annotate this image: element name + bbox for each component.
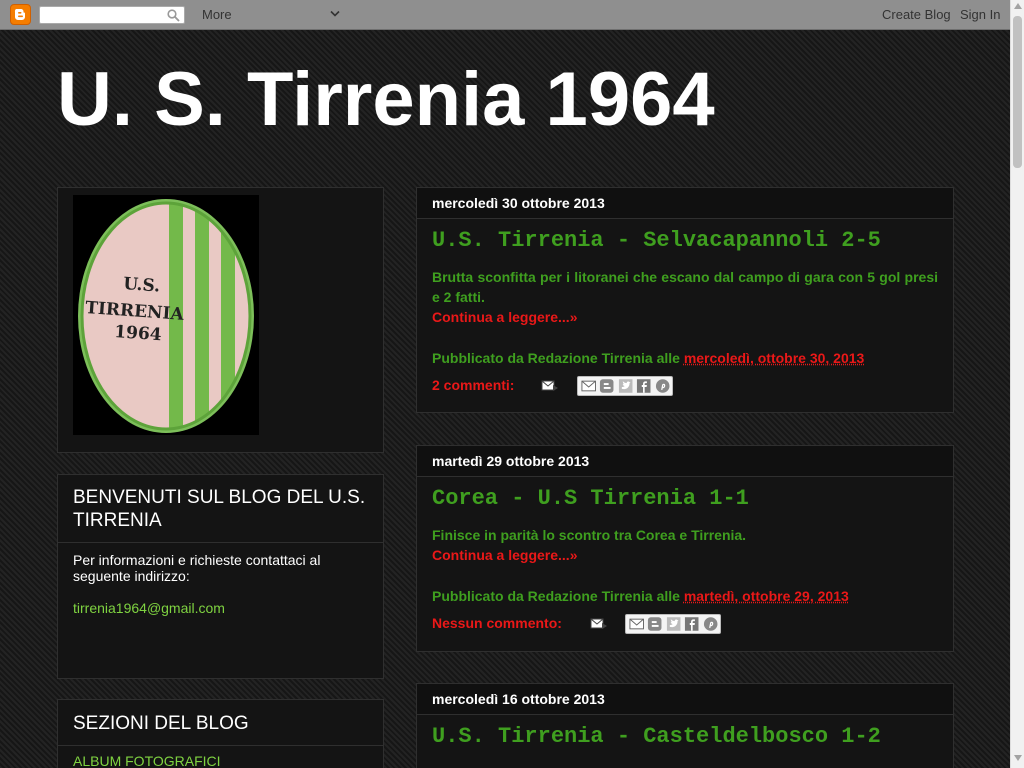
post-footer: Pubblicato da Redazione Tirrenia alle me…	[432, 350, 864, 366]
facebook-icon[interactable]	[683, 616, 700, 632]
welcome-text: Per informazioni e richieste contattaci …	[73, 552, 373, 584]
blog-post: mercoledì 30 ottobre 2013 U.S. Tirrenia …	[416, 187, 954, 413]
welcome-widget-title: BENVENUTI SUL BLOG DEL U.S. TIRRENIA	[73, 486, 373, 532]
sidebar-item-album-fotografici[interactable]: ALBUM FOTOGRAFICI	[73, 753, 221, 768]
post-footer: Pubblicato da Redazione Tirrenia alle ma…	[432, 588, 849, 604]
share-buttons	[577, 376, 673, 396]
contact-email-link[interactable]: tirrenia1964@gmail.com	[73, 600, 225, 616]
blog-post: mercoledì 16 ottobre 2013 U.S. Tirrenia …	[416, 683, 954, 768]
posted-by-text: Pubblicato da Redazione Tirrenia alle	[432, 350, 684, 366]
post-body: Finisce in parità lo scontro tra Corea e…	[432, 525, 938, 565]
blogthis-icon[interactable]	[598, 378, 615, 394]
more-dropdown[interactable]: More	[202, 7, 342, 22]
sign-in-link[interactable]: Sign In	[960, 7, 1000, 22]
share-email-icon[interactable]	[580, 378, 597, 394]
widget-divider	[58, 745, 383, 746]
scrollbar-thumb[interactable]	[1013, 16, 1022, 168]
comments-link[interactable]: 2 commenti:	[432, 377, 514, 393]
post-title-link[interactable]: U.S. Tirrenia - Selvacapannoli 2-5	[432, 228, 881, 253]
post-timestamp-link[interactable]: mercoledì, ottobre 30, 2013	[684, 350, 865, 366]
widget-divider	[58, 542, 383, 543]
post-date-header: martedì 29 ottobre 2013	[417, 446, 953, 477]
page-scrollbar[interactable]	[1010, 0, 1024, 768]
post-body: Brutta sconfitta per i litoranei che esc…	[432, 267, 938, 327]
badge-text-1964: 1964	[114, 322, 163, 345]
search-icon[interactable]	[167, 9, 180, 22]
post-body-text: Brutta sconfitta per i litoranei che esc…	[432, 269, 938, 305]
badge-text-us: U.S.	[123, 274, 161, 297]
facebook-icon[interactable]	[635, 378, 652, 394]
pinterest-icon[interactable]	[654, 378, 671, 394]
email-post-icon[interactable]	[541, 379, 559, 393]
email-post-icon[interactable]	[590, 617, 608, 631]
blogger-logo-icon[interactable]	[10, 4, 31, 25]
sidebar-logo-widget: U.S. TIRRENIA 1964	[57, 187, 384, 453]
sidebar-welcome-widget: BENVENUTI SUL BLOG DEL U.S. TIRRENIA Per…	[57, 474, 384, 679]
scroll-up-arrow-icon[interactable]	[1014, 3, 1022, 9]
blog-post: martedì 29 ottobre 2013 Corea - U.S Tirr…	[416, 445, 954, 652]
chevron-down-icon	[330, 10, 340, 18]
club-badge-image: U.S. TIRRENIA 1964	[73, 195, 259, 435]
comments-link[interactable]: Nessun commento:	[432, 615, 562, 631]
sections-widget-title: SEZIONI DEL BLOG	[73, 712, 373, 735]
share-buttons	[625, 614, 721, 634]
blogger-navbar: More Create Blog Sign In	[0, 0, 1010, 30]
post-date-header: mercoledì 16 ottobre 2013	[417, 684, 953, 715]
post-date-header: mercoledì 30 ottobre 2013	[417, 188, 953, 219]
posted-by-text: Pubblicato da Redazione Tirrenia alle	[432, 588, 684, 604]
scroll-down-arrow-icon[interactable]	[1014, 755, 1022, 761]
twitter-icon[interactable]	[665, 616, 682, 632]
more-label: More	[202, 7, 232, 22]
post-body-text: Finisce in parità lo scontro tra Corea e…	[432, 527, 746, 543]
create-blog-link[interactable]: Create Blog	[882, 7, 951, 22]
post-title-link[interactable]: U.S. Tirrenia - Casteldelbosco 1-2	[432, 724, 881, 749]
post-title-link[interactable]: Corea - U.S Tirrenia 1-1	[432, 486, 749, 511]
sidebar-sections-widget: SEZIONI DEL BLOG ALBUM FOTOGRAFICI	[57, 699, 384, 768]
post-timestamp-link[interactable]: martedì, ottobre 29, 2013	[684, 588, 849, 604]
blog-title[interactable]: U. S. Tirrenia 1964	[57, 56, 715, 144]
share-email-icon[interactable]	[628, 616, 645, 632]
twitter-icon[interactable]	[617, 378, 634, 394]
search-input[interactable]	[39, 6, 185, 24]
read-more-link[interactable]: Continua a leggere...»	[432, 309, 577, 325]
read-more-link[interactable]: Continua a leggere...»	[432, 547, 577, 563]
pinterest-icon[interactable]	[702, 616, 719, 632]
blogthis-icon[interactable]	[646, 616, 663, 632]
